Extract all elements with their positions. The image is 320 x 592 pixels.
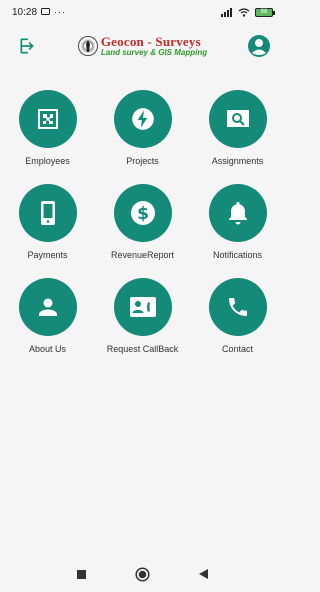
tile-about-us[interactable]: About Us [0,278,95,354]
login-icon[interactable] [18,36,38,56]
tile-assignments-label: Assignments [211,156,264,166]
tile-request-callback[interactable]: Request CallBack [95,278,190,354]
menu-grid: Employees Projects Assignments Payments … [0,90,285,354]
signal-icon [221,7,232,17]
contact-card-icon [129,297,156,317]
tile-notifications-label: Notifications [212,250,263,260]
status-time: 10:28 [12,6,38,18]
tile-employees[interactable]: Employees [0,90,95,166]
tile-projects-circle [113,90,172,148]
dollar-icon: $ [130,201,155,225]
battery-level: 88 [260,9,268,15]
app-subtitle: Land survey & GIS Mapping [100,48,208,57]
call-icon [228,298,247,316]
account-icon[interactable] [247,34,271,58]
person-icon [38,298,57,316]
tile-employees-circle [18,90,77,148]
tile-revenue-report-label: RevenueReport [110,250,175,260]
tile-payments-circle [18,184,77,242]
svg-text:$: $ [137,204,149,224]
bell-icon [228,202,247,225]
tile-payments-label: Payments [27,250,68,260]
status-right: 88 [221,7,275,17]
image-search-icon [226,110,249,127]
tile-assignments-circle [208,90,267,148]
tile-projects-label: Projects [126,156,159,166]
tile-request-callback-circle [113,278,172,336]
tile-notifications-circle [208,184,267,242]
logo-emblem-icon [77,36,98,56]
puzzle-icon [37,109,58,129]
bolt-icon [131,108,154,130]
status-bar: 10:28 ··· 88 [0,0,285,24]
app-title: Geocon - Surveys [100,34,201,49]
wifi-icon [238,7,250,17]
system-nav-bar [0,556,285,592]
tile-employees-label: Employees [25,156,70,166]
back-icon[interactable] [198,568,209,580]
tile-projects[interactable]: Projects [95,90,190,166]
tile-request-callback-label: Request CallBack [106,344,179,354]
status-left: 10:28 ··· [12,7,66,18]
tile-about-us-circle [18,278,77,336]
tile-contact-label: Contact [221,344,254,354]
recents-icon[interactable] [76,569,87,580]
tile-contact-circle [208,278,267,336]
battery-icon: 88 [255,7,275,17]
phone-icon [40,201,55,225]
tile-payments[interactable]: Payments [0,184,95,260]
home-icon[interactable] [135,566,150,582]
tile-revenue-report[interactable]: $ RevenueReport [95,184,190,260]
tile-contact[interactable]: Contact [190,278,285,354]
tile-assignments[interactable]: Assignments [190,90,285,166]
app-logo: Geocon - Surveys Land survey & GIS Mappi… [77,35,207,57]
tile-about-us-label: About Us [28,344,67,354]
more-dots-icon: ··· [54,7,67,17]
logo-text: Geocon - Surveys Land survey & GIS Mappi… [101,35,207,57]
app-header: Geocon - Surveys Land survey & GIS Mappi… [0,24,285,68]
tile-revenue-report-circle: $ [113,184,172,242]
tile-notifications[interactable]: Notifications [190,184,285,260]
message-icon [41,8,51,15]
